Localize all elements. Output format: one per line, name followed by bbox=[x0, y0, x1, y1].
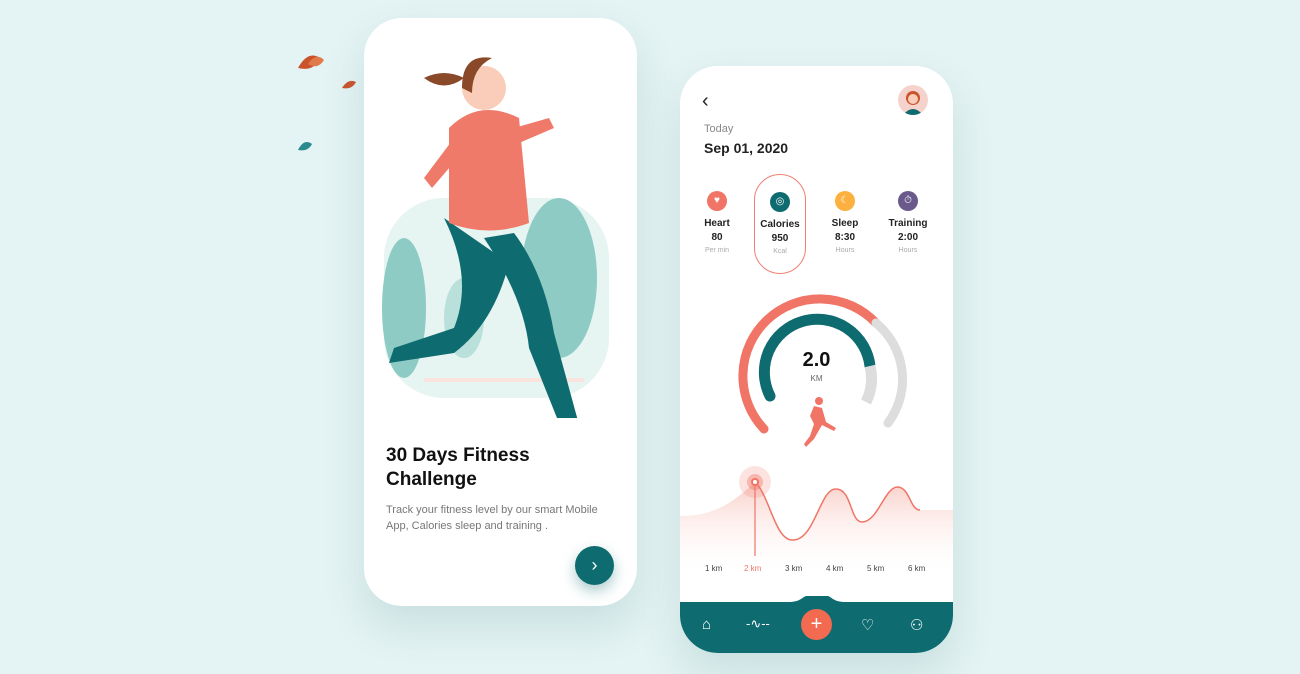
km-label-active[interactable]: 2 km bbox=[744, 564, 761, 573]
nav-home-button[interactable]: ⌂ bbox=[702, 616, 711, 633]
add-button[interactable]: + bbox=[801, 609, 832, 640]
nav-profile-button[interactable]: ⚇ bbox=[910, 616, 923, 634]
home-icon: ⌂ bbox=[702, 616, 712, 633]
user-icon: ⚇ bbox=[910, 617, 924, 634]
next-button[interactable]: › bbox=[575, 546, 614, 585]
km-label[interactable]: 3 km bbox=[785, 564, 802, 573]
plus-icon: + bbox=[810, 613, 823, 635]
distance-unit: KM bbox=[810, 374, 823, 383]
activity-icon: -∿-- bbox=[746, 616, 770, 631]
active-marker bbox=[751, 478, 759, 486]
heart-icon: ♡ bbox=[861, 617, 875, 634]
km-label[interactable]: 4 km bbox=[826, 564, 843, 573]
km-label[interactable]: 5 km bbox=[867, 564, 884, 573]
leaves-decoration bbox=[298, 55, 356, 151]
distance-wave-chart bbox=[680, 466, 953, 576]
distance-value: 2.0 bbox=[802, 349, 831, 371]
dashboard-screen: ‹ Today Sep 01, 2020 ♥ Heart 80 Per min … bbox=[680, 66, 953, 653]
runner-icon bbox=[804, 397, 836, 447]
nav-favorites-button[interactable]: ♡ bbox=[861, 616, 874, 634]
km-label[interactable]: 6 km bbox=[908, 564, 925, 573]
onboarding-title: 30 Days Fitness Challenge bbox=[386, 445, 530, 490]
nav-activity-button[interactable]: -∿-- bbox=[746, 616, 770, 632]
chevron-right-icon: › bbox=[591, 555, 598, 575]
km-label[interactable]: 1 km bbox=[705, 564, 722, 573]
runner-illustration bbox=[382, 57, 609, 418]
onboarding-screen: 30 Days Fitness Challenge Track your fit… bbox=[364, 18, 637, 606]
onboarding-description: Track your fitness level by our smart Mo… bbox=[386, 504, 598, 532]
